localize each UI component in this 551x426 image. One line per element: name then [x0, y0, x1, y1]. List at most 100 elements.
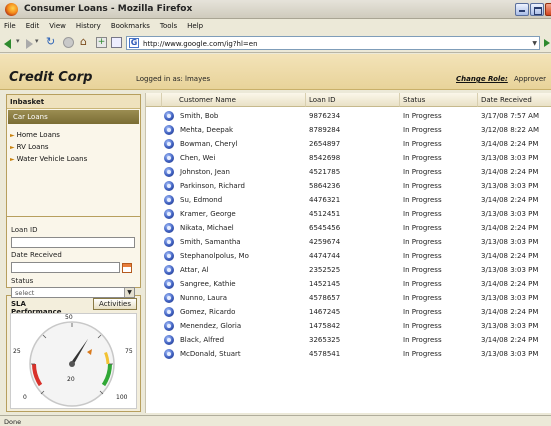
change-role-link[interactable]: Change Role: [456, 75, 508, 83]
cell-date-received: 3/13/08 3:03 PM [481, 322, 539, 330]
table-row[interactable]: Kramer, George 4512451 In Progress 3/13/08 … [146, 207, 551, 221]
table-row[interactable]: Stephanolpolus, Mo 4474744 In Progress 3/14… [146, 249, 551, 263]
cell-date-received: 3/13/08 3:03 PM [481, 294, 539, 302]
table-row[interactable]: Chen, Wei 8542698 In Progress 3/13/08 3:03 … [146, 151, 551, 165]
sla-gauge: 50 25 75 20 0 100 [10, 313, 137, 409]
loan-globe-icon [164, 237, 174, 247]
loan-globe-icon [164, 223, 174, 233]
inbasket-header: Inbasket [7, 95, 140, 109]
menu-tools[interactable]: Tools [155, 20, 182, 30]
loan-globe-icon [164, 251, 174, 261]
url-dropdown-icon[interactable]: ▼ [532, 40, 537, 47]
cell-customer-name: Smith, Bob [180, 112, 219, 120]
cell-status: In Progress [403, 336, 442, 344]
cell-customer-name: Nikata, Michael [180, 224, 234, 232]
bookmark-add-icon[interactable]: + [96, 37, 107, 48]
back-arrow-icon[interactable] [4, 37, 20, 49]
tab-activities[interactable]: Activities [93, 298, 137, 310]
close-button[interactable] [545, 3, 551, 16]
table-row[interactable]: Black, Alfred 3265325 In Progress 3/14/08 2… [146, 333, 551, 347]
menu-file[interactable]: File [0, 20, 21, 30]
cell-status: In Progress [403, 224, 442, 232]
column-header-customer-name[interactable]: Customer Name [162, 93, 306, 107]
cell-loan-id: 8789284 [309, 126, 341, 134]
menu-history[interactable]: History [71, 20, 106, 30]
table-row[interactable]: Attar, Al 2352525 In Progress 3/13/08 3:03 … [146, 263, 551, 277]
cell-customer-name: Sangree, Kathie [180, 280, 236, 288]
cell-loan-id: 1475842 [309, 322, 341, 330]
table-row[interactable]: Nunno, Laura 4578657 In Progress 3/13/08 3:… [146, 291, 551, 305]
loan-globe-icon [164, 307, 174, 317]
table-row[interactable]: Nikata, Michael 6545456 In Progress 3/14/08… [146, 221, 551, 235]
status-select-value: select [15, 289, 35, 297]
site-favicon-icon: G [129, 38, 139, 48]
loan-id-label: Loan ID [11, 226, 38, 234]
cell-loan-id: 2352525 [309, 266, 341, 274]
cell-status: In Progress [403, 168, 442, 176]
inbasket-item-label: Home Loans [16, 131, 60, 139]
cell-date-received: 3/14/08 2:24 PM [481, 308, 539, 316]
loan-id-input[interactable] [11, 237, 135, 248]
table-row[interactable]: Sangree, Kathie 1452145 In Progress 3/14/08… [146, 277, 551, 291]
column-header-status[interactable]: Status [400, 93, 478, 107]
url-text[interactable]: http://www.google.com/ig?hl=en [143, 40, 258, 48]
cell-status: In Progress [403, 154, 442, 162]
menu-bookmarks[interactable]: Bookmarks [106, 20, 155, 30]
cell-status: In Progress [403, 196, 442, 204]
cell-date-received: 3/17/08 7:57 AM [481, 112, 539, 120]
menu-edit[interactable]: Edit [21, 20, 45, 30]
column-header-date-received[interactable]: Date Received [478, 93, 551, 107]
window-titlebar: Consumer Loans - Mozilla Firefox [0, 0, 551, 19]
table-row[interactable]: Smith, Samantha 4259674 In Progress 3/13/08… [146, 235, 551, 249]
table-row[interactable]: Menendez, Gloria 1475842 In Progress 3/13/0… [146, 319, 551, 333]
cell-customer-name: Su, Edmond [180, 196, 223, 204]
maximize-button[interactable] [530, 3, 544, 16]
home-icon[interactable]: ⌂ [80, 35, 92, 48]
inbasket-item-car-loans[interactable]: Car Loans [8, 110, 139, 124]
cell-customer-name: Kramer, George [180, 210, 236, 218]
cell-date-received: 3/13/08 3:03 PM [481, 182, 539, 190]
go-icon[interactable] [544, 39, 550, 47]
stop-icon[interactable] [63, 37, 74, 48]
menu-bar: File Edit View History Bookmarks Tools Help [0, 20, 551, 33]
table-row[interactable]: Parkinson, Richard 5864236 In Progress 3/13… [146, 179, 551, 193]
menu-help[interactable]: Help [182, 20, 208, 30]
history-icon[interactable] [111, 37, 122, 48]
cell-customer-name: Parkinson, Richard [180, 182, 245, 190]
url-bar[interactable]: G http://www.google.com/ig?hl=en ▼ [126, 36, 540, 50]
loan-globe-icon [164, 153, 174, 163]
cell-loan-id: 5864236 [309, 182, 341, 190]
inbasket-item-label: RV Loans [16, 143, 49, 151]
table-row[interactable]: Johnston, Jean 4521785 In Progress 3/14/08 … [146, 165, 551, 179]
cell-date-received: 3/14/08 2:24 PM [481, 168, 539, 176]
table-row[interactable]: Bowman, Cheryl 2654897 In Progress 3/14/08 … [146, 137, 551, 151]
cell-loan-id: 4259674 [309, 238, 341, 246]
table-row[interactable]: McDonald, Stuart 4578541 In Progress 3/13/0… [146, 347, 551, 361]
column-header-loan-id[interactable]: Loan ID [306, 93, 400, 107]
cell-status: In Progress [403, 280, 442, 288]
cell-status: In Progress [403, 182, 442, 190]
table-row[interactable]: Smith, Bob 9876234 In Progress 3/17/08 7:57… [146, 109, 551, 123]
table-row[interactable]: Gomez, Ricardo 1467245 In Progress 3/14/08 … [146, 305, 551, 319]
calendar-icon[interactable] [122, 263, 132, 273]
forward-arrow-icon[interactable] [24, 37, 39, 49]
inbasket-item-water-vehicle-loans[interactable]: ► Water Vehicle Loans [7, 152, 140, 164]
inbasket-item-rv-loans[interactable]: ► RV Loans [7, 140, 140, 152]
minimize-button[interactable] [515, 3, 529, 16]
table-row[interactable]: Su, Edmond 4476321 In Progress 3/14/08 2:24… [146, 193, 551, 207]
chevron-down-icon[interactable]: ▼ [124, 288, 134, 297]
menu-view[interactable]: View [44, 20, 71, 30]
tab-sla-performance[interactable]: SLA Performance [9, 298, 71, 316]
cell-customer-name: Johnston, Jean [180, 168, 230, 176]
status-label: Status [11, 277, 34, 285]
triangle-right-icon: ► [10, 156, 15, 163]
status-select[interactable]: select ▼ [11, 287, 135, 298]
date-received-input[interactable] [11, 262, 120, 273]
cell-loan-id: 8542698 [309, 154, 341, 162]
gauge-tick-0: 0 [23, 394, 27, 401]
loans-table: Customer Name Loan ID Status Date Receiv… [145, 93, 551, 413]
reload-icon[interactable]: ↻ [46, 35, 58, 48]
inbasket-item-home-loans[interactable]: ► Home Loans [7, 128, 140, 140]
cell-date-received: 3/12/08 8:22 AM [481, 126, 539, 134]
table-row[interactable]: Mehta, Deepak 8789284 In Progress 3/12/08 8… [146, 123, 551, 137]
